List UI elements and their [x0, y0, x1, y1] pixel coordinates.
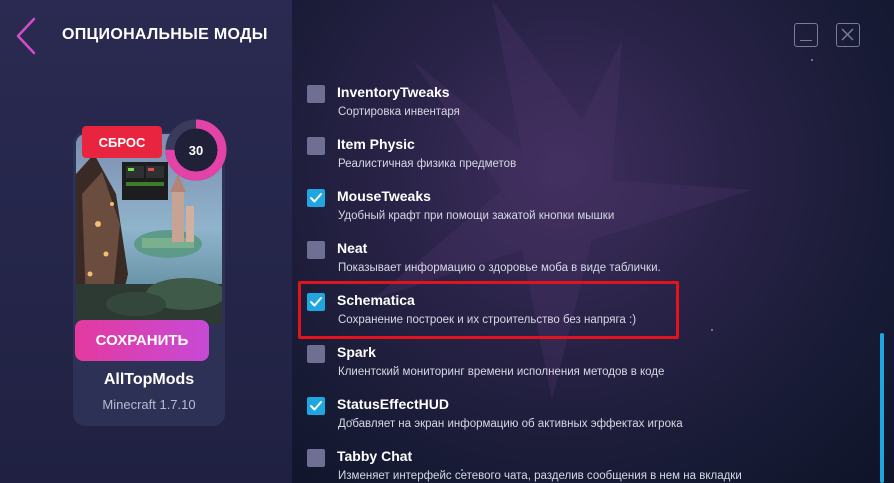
mod-name: Schematica — [337, 292, 415, 308]
mod-checkbox[interactable] — [307, 345, 325, 363]
mod-name: Tabby Chat — [337, 448, 413, 464]
mod-checkbox[interactable] — [307, 293, 325, 311]
checkmark-icon — [310, 193, 322, 203]
back-button[interactable] — [12, 16, 40, 56]
mod-description: Сортировка инвентаря — [338, 106, 460, 118]
mod-count: 30 — [188, 142, 204, 158]
mod-checkbox[interactable] — [307, 449, 325, 467]
mod-description: Реалистичная физика предметов — [338, 158, 517, 170]
close-button[interactable] — [836, 23, 860, 47]
modpack-version: Minecraft 1.7.10 — [102, 397, 196, 412]
checkmark-icon — [310, 297, 322, 307]
mod-description: Удобный крафт при помощи зажатой кнопки … — [338, 210, 615, 222]
mod-description: Показывает информацию о здоровье моба в … — [338, 262, 661, 274]
mod-checkbox[interactable] — [307, 189, 325, 207]
mod-description: Добавляет на экран информацию об активны… — [338, 418, 683, 430]
reset-button[interactable]: СБРОС — [82, 126, 162, 158]
mod-checkbox[interactable] — [307, 397, 325, 415]
mod-description: Сохранение построек и их строительство б… — [338, 314, 637, 326]
page-title: ОПЦИОНАЛЬНЫЕ МОДЫ — [62, 26, 268, 43]
mod-name: InventoryTweaks — [337, 84, 450, 100]
mod-name: Neat — [337, 240, 368, 256]
chevron-left-icon — [16, 17, 36, 55]
close-icon — [841, 28, 854, 41]
mod-description: Изменяет интерфейс сетевого чата, раздел… — [338, 470, 742, 482]
modpack-name: AllTopMods — [103, 371, 195, 388]
mod-checkbox[interactable] — [307, 137, 325, 155]
checkmark-icon — [310, 401, 322, 411]
mod-name: MouseTweaks — [337, 188, 431, 204]
minimize-button[interactable] — [794, 23, 818, 47]
mod-checkbox[interactable] — [307, 85, 325, 103]
mod-description: Клиентский мониторинг времени исполнения… — [338, 366, 665, 378]
mod-name: Spark — [337, 344, 376, 360]
minimize-icon — [800, 39, 812, 41]
mod-name: Item Physic — [337, 136, 415, 152]
mod-checkbox[interactable] — [307, 241, 325, 259]
mod-name: StatusEffectHUD — [337, 396, 450, 412]
save-button[interactable]: СОХРАНИТЬ — [75, 320, 209, 361]
scrollbar-thumb[interactable] — [880, 333, 884, 483]
